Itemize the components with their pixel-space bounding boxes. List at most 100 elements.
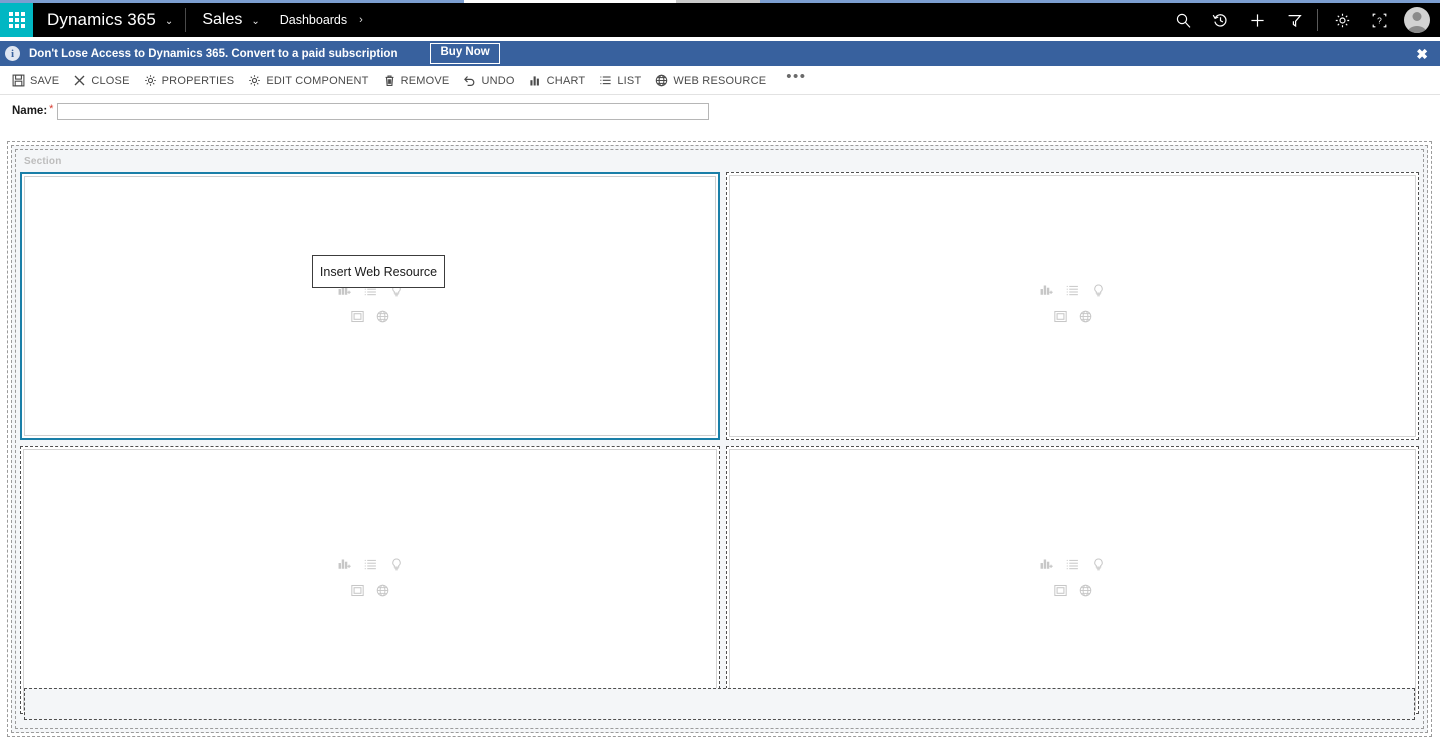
bar-chart-icon xyxy=(529,74,542,87)
undo-label: UNDO xyxy=(481,74,515,87)
insert-web-resource-icon[interactable] xyxy=(1079,584,1092,602)
filter-icon[interactable] xyxy=(1276,3,1313,37)
buy-now-button[interactable]: Buy Now xyxy=(430,43,500,64)
help-icon[interactable]: ? xyxy=(1361,3,1398,37)
insert-cluster-row-2 xyxy=(351,584,389,602)
nav-right-icon-group: ? xyxy=(1165,3,1440,37)
insert-list-icon[interactable] xyxy=(1066,558,1079,576)
command-overflow-icon[interactable]: ••• xyxy=(780,68,812,85)
remove-button[interactable]: REMOVE xyxy=(383,66,464,95)
insert-cluster-row-2 xyxy=(351,310,389,328)
globe-web-resource-icon xyxy=(655,74,668,87)
avatar-body xyxy=(1408,26,1426,33)
chart-label: CHART xyxy=(546,74,586,87)
dashboard-cell-bottom-right-inner xyxy=(729,449,1416,711)
insert-iframe-icon[interactable] xyxy=(351,584,364,602)
app-name-sales[interactable]: Sales xyxy=(190,11,242,29)
svg-text:?: ? xyxy=(1377,15,1382,25)
dashboard-cell-bottom-left-inner xyxy=(23,449,717,711)
section-label: Section xyxy=(24,156,62,167)
insert-component-cluster-2 xyxy=(1040,284,1105,328)
save-button[interactable]: SAVE xyxy=(12,66,73,95)
insert-chart-icon[interactable] xyxy=(338,558,351,576)
insert-component-cluster-4 xyxy=(1040,558,1105,602)
breadcrumb-dashboards[interactable]: Dashboards xyxy=(270,13,347,27)
top-navigation-bar: Dynamics 365 ⌄ Sales ⌄ Dashboards › ? xyxy=(0,3,1440,37)
recent-history-icon[interactable] xyxy=(1202,3,1239,37)
list-label: LIST xyxy=(617,74,642,87)
properties-label: PROPERTIES xyxy=(161,74,235,87)
edit-component-label: EDIT COMPONENT xyxy=(266,74,369,87)
insert-cluster-row-1 xyxy=(1040,558,1105,576)
gear-edit-component-icon xyxy=(248,74,261,87)
search-icon[interactable] xyxy=(1165,3,1202,37)
insert-web-resource-icon[interactable] xyxy=(1079,310,1092,328)
close-icon[interactable]: ✖ xyxy=(1416,47,1428,61)
chart-button[interactable]: CHART xyxy=(529,66,600,95)
command-bar: SAVE CLOSE PROPERTIES EDIT COMPONENT REM… xyxy=(0,66,1440,95)
list-button[interactable]: LIST xyxy=(599,66,655,95)
dashboard-tab-region[interactable]: Section xyxy=(11,145,1428,733)
insert-cluster-row-2 xyxy=(1053,584,1092,602)
web-resource-button[interactable]: WEB RESOURCE xyxy=(655,66,780,95)
edit-component-button[interactable]: EDIT COMPONENT xyxy=(248,66,382,95)
dashboard-cell-top-right-inner xyxy=(729,175,1416,437)
name-field-row: Name: * xyxy=(0,100,1440,122)
product-title: Dynamics 365 xyxy=(47,10,156,29)
insert-assistant-icon[interactable] xyxy=(1092,558,1105,576)
undo-button[interactable]: UNDO xyxy=(463,66,528,95)
app-launcher-waffle-icon[interactable] xyxy=(0,3,33,37)
insert-cluster-row-2 xyxy=(1053,310,1092,328)
gear-settings-icon[interactable] xyxy=(1324,3,1361,37)
insert-cluster-row-1 xyxy=(338,558,403,576)
insert-list-icon[interactable] xyxy=(1066,284,1079,302)
dashboard-cell-top-right[interactable] xyxy=(726,172,1419,440)
dashboard-bottom-row-placeholder[interactable] xyxy=(24,688,1415,720)
dashboard-cell-top-left-inner xyxy=(24,176,716,436)
insert-cluster-row-1 xyxy=(1040,284,1105,302)
cell-row-1 xyxy=(20,172,1419,440)
waffle-grid xyxy=(8,12,25,28)
insert-assistant-icon[interactable] xyxy=(1092,284,1105,302)
nav-divider xyxy=(185,8,187,32)
insert-web-resource-icon[interactable] xyxy=(376,584,389,602)
dashboard-cell-grid xyxy=(20,172,1419,724)
insert-chart-icon[interactable] xyxy=(1040,558,1053,576)
name-input[interactable] xyxy=(57,102,710,120)
remove-label: REMOVE xyxy=(400,74,450,87)
add-new-icon[interactable] xyxy=(1239,3,1276,37)
dashboard-cell-top-left[interactable] xyxy=(20,172,720,440)
subscription-notification-bar: i Don't Lose Access to Dynamics 365. Con… xyxy=(0,41,1440,66)
list-icon xyxy=(599,74,612,87)
insert-iframe-icon[interactable] xyxy=(1053,584,1067,602)
trash-remove-icon xyxy=(383,74,396,87)
insert-list-icon[interactable] xyxy=(364,558,377,576)
undo-arrow-icon xyxy=(463,74,476,87)
insert-chart-icon[interactable] xyxy=(1040,284,1053,302)
dashboard-section[interactable]: Section xyxy=(15,149,1424,729)
insert-assistant-icon[interactable] xyxy=(390,558,403,576)
insert-iframe-icon[interactable] xyxy=(1053,310,1067,328)
insert-component-cluster-1 xyxy=(338,284,403,328)
info-icon: i xyxy=(5,46,20,61)
app-chevron-down-icon[interactable]: ⌄ xyxy=(242,17,269,27)
insert-web-resource-icon[interactable] xyxy=(376,310,389,328)
gear-properties-icon xyxy=(144,74,157,87)
breadcrumb-chevron-right-icon[interactable]: › xyxy=(347,14,363,26)
save-label: SAVE xyxy=(30,74,60,87)
close-x-icon xyxy=(73,74,86,87)
required-asterisk: * xyxy=(49,103,54,115)
save-disk-icon xyxy=(12,74,25,87)
dashboard-cell-bottom-left[interactable] xyxy=(20,446,720,714)
product-chevron-down-icon[interactable]: ⌄ xyxy=(156,17,183,27)
web-resource-label: WEB RESOURCE xyxy=(673,74,767,87)
dashboard-cell-bottom-right[interactable] xyxy=(726,446,1419,714)
properties-button[interactable]: PROPERTIES xyxy=(144,66,249,95)
close-button[interactable]: CLOSE xyxy=(73,66,143,95)
nav-icon-divider xyxy=(1317,9,1318,31)
close-label: CLOSE xyxy=(91,74,130,87)
avatar-head xyxy=(1412,12,1422,21)
insert-component-cluster-3 xyxy=(338,558,403,602)
user-avatar[interactable] xyxy=(1404,7,1430,33)
insert-iframe-icon[interactable] xyxy=(351,310,364,328)
